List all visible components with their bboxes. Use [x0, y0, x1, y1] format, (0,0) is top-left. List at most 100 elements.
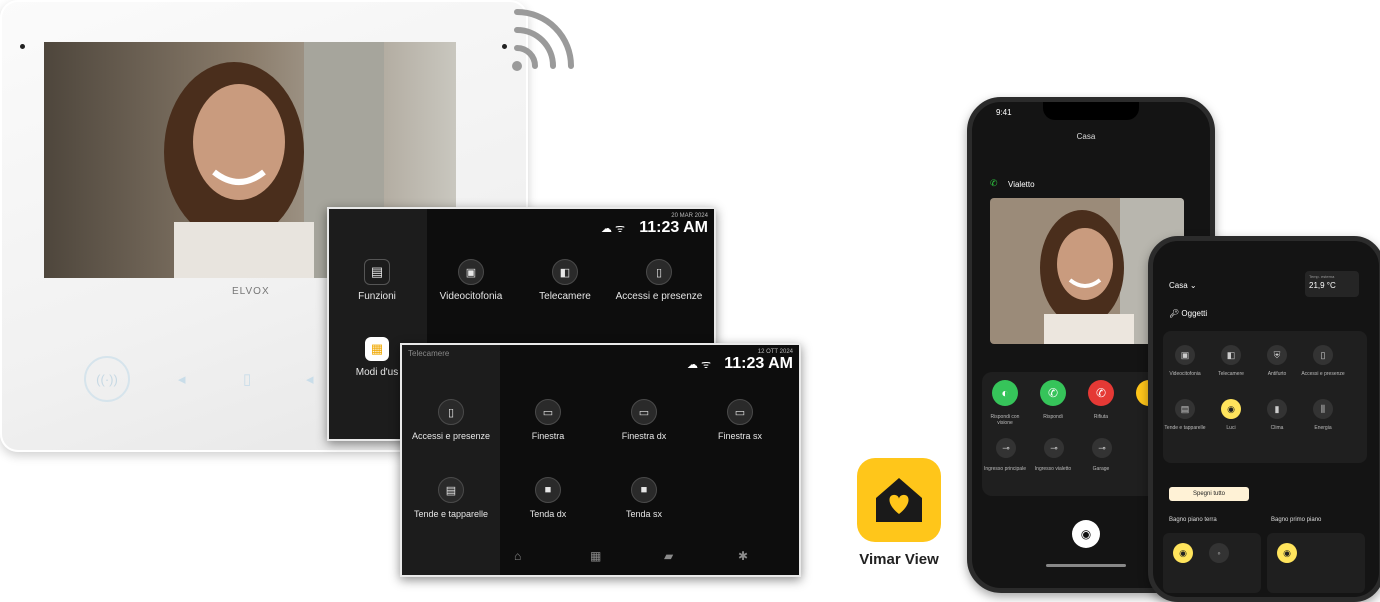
caller-name: Vialetto — [1008, 180, 1035, 189]
phone-time: 9:41 — [996, 108, 1012, 117]
blind-icon: ■ — [631, 477, 657, 503]
tile-label: Videocitofonia — [439, 291, 503, 302]
camera-switch-button[interactable]: ◉ — [1072, 520, 1100, 548]
videointercom-icon[interactable]: ▣ — [1175, 345, 1195, 365]
room-card[interactable]: ◉ — [1267, 533, 1365, 593]
chat-icon[interactable]: ▰ — [664, 549, 673, 563]
lock-label: Garage — [1092, 466, 1110, 472]
tile-accessi[interactable]: ▯ Accessi e presenze — [613, 259, 705, 302]
tile-label: Tende e tapparelle — [413, 509, 489, 519]
bulb-icon[interactable]: ◉ — [1173, 543, 1193, 563]
vimar-view-app-icon[interactable] — [857, 458, 941, 542]
tile-label: Finestra — [531, 431, 565, 441]
door-icon: ▯ — [646, 259, 672, 285]
answer-key[interactable]: ((·)) — [84, 356, 130, 402]
bulb-icon[interactable]: ◉ — [1221, 399, 1241, 419]
object-label: Luci — [1226, 425, 1236, 431]
clock-label: 11:23 AM — [724, 355, 793, 372]
tile-tende[interactable]: ▤ Tende e tapparelle — [405, 477, 497, 519]
camera-icon[interactable]: ◧ — [1221, 345, 1241, 365]
object-label: Tende e tapparelle — [1164, 425, 1206, 431]
room-card[interactable]: ◉ ◦ — [1163, 533, 1261, 593]
answer-button[interactable]: ✆ — [1040, 380, 1066, 406]
bulb-icon[interactable]: ◉ — [1277, 543, 1297, 563]
tile-label: Tenda sx — [625, 509, 663, 519]
temperature-label: Temp. esterna — [1309, 274, 1335, 279]
bulb-icon[interactable]: ◦ — [1209, 543, 1229, 563]
window-icon: ▭ — [631, 399, 657, 425]
house-heart-icon — [876, 478, 922, 522]
touch-key[interactable]: ◂ — [178, 370, 186, 388]
tile-label: Tenda dx — [529, 509, 567, 519]
sensor-dot — [20, 44, 25, 49]
object-label: Accessi e presenze — [1301, 371, 1345, 377]
object-label: Telecamere — [1218, 371, 1244, 377]
tile-telecamere[interactable]: ◧ Telecamere — [519, 259, 611, 302]
functions-icon: ▤ — [364, 259, 390, 285]
reject-button[interactable]: ✆ — [1088, 380, 1114, 406]
action-label: Rifiuta — [1093, 414, 1109, 420]
tile-label: Accessi e presenze — [411, 431, 491, 441]
brand-logo: ELVOX — [232, 286, 270, 297]
temperature-value: 21,9 °C — [1309, 281, 1336, 290]
tile-finestra-sx[interactable]: ▭ Finestra sx — [694, 399, 786, 441]
clock-label: 11:23 AM — [639, 219, 708, 236]
tile-label: Finestra dx — [621, 431, 667, 441]
camera-icon: ◧ — [552, 259, 578, 285]
object-label: Antifurto — [1267, 371, 1287, 377]
shield-icon[interactable]: ⛨ — [1267, 345, 1287, 365]
blinds-icon: ▤ — [438, 477, 464, 503]
touch-key[interactable]: ▯ — [243, 370, 251, 388]
tile-label: Funzioni — [358, 291, 396, 302]
lock-icon[interactable]: ⊸ — [996, 438, 1016, 458]
temperature-widget: Temp. esterna 21,9 °C — [1305, 271, 1359, 297]
object-label: Clima — [1270, 425, 1284, 431]
phone-notch — [1043, 102, 1139, 120]
sensor-dot — [502, 44, 507, 49]
door-icon[interactable]: ▯ — [1313, 345, 1333, 365]
room-label: Bagno piano terra — [1169, 517, 1217, 523]
sidebar — [402, 345, 500, 575]
tile-finestra[interactable]: ▭ Finestra — [502, 399, 594, 441]
status-bar: 20 MAR 2024 11:23 AM — [639, 213, 708, 237]
thermostat-icon[interactable]: ▮ — [1267, 399, 1287, 419]
turn-off-all-button[interactable]: Spegni tutto — [1169, 487, 1249, 501]
home-selector[interactable]: Casa ⌄ — [1169, 281, 1197, 290]
screen-title: Telecamere — [408, 349, 450, 358]
wifi-icon — [512, 9, 574, 71]
home-indicator — [1046, 564, 1126, 567]
tile-funzioni[interactable]: ▤ Funzioni — [331, 259, 423, 302]
blinds-icon[interactable]: ▤ — [1175, 399, 1195, 419]
objects-panel: ▣ ◧ ⛨ ▯ Videocitofonia Telecamere Antifu… — [1163, 331, 1367, 463]
settings-icon[interactable]: ✱ — [738, 549, 748, 563]
tile-accessi[interactable]: ▯ Accessi e presenze — [405, 399, 497, 441]
object-label: Energia — [1314, 425, 1332, 431]
door-icon: ▯ — [438, 399, 464, 425]
phone-header: Casa — [1076, 132, 1096, 141]
objects-section: 🔑︎ Oggetti — [1169, 309, 1208, 318]
window-icon: ▭ — [727, 399, 753, 425]
action-label: Rispondi — [1043, 414, 1063, 420]
tile-tenda-dx[interactable]: ■ Tenda dx — [502, 477, 594, 519]
lock-label: Ingresso principale — [984, 466, 1026, 472]
room-label: Bagno primo piano — [1271, 517, 1322, 523]
energy-icon[interactable]: ⫼ — [1313, 399, 1333, 419]
lock-icon[interactable]: ⊸ — [1044, 438, 1064, 458]
tile-label: Accessi e presenze — [615, 291, 703, 302]
smartphone-home-screen: Casa ⌄ Temp. esterna 21,9 °C 🔑︎ Oggetti … — [1148, 236, 1380, 602]
grid-icon[interactable]: ▦ — [590, 549, 601, 563]
tile-tenda-sx[interactable]: ■ Tenda sx — [598, 477, 690, 519]
window-icon: ▭ — [535, 399, 561, 425]
cloud-wifi-icon: ☁ ᯤ — [687, 359, 712, 371]
status-bar: 12 OTT 2024 11:23 AM — [724, 349, 793, 373]
answer-with-video-button[interactable]: ◐ — [992, 380, 1018, 406]
section-title: Oggetti — [1181, 309, 1208, 318]
phone-call-icon: ✆ — [990, 178, 998, 188]
videointercom-icon: ▣ — [458, 259, 484, 285]
lock-icon[interactable]: ⊸ — [1092, 438, 1112, 458]
object-label: Videocitofonia — [1169, 371, 1201, 377]
touch-key[interactable]: ◂ — [306, 370, 314, 388]
tile-finestra-dx[interactable]: ▭ Finestra dx — [598, 399, 690, 441]
home-icon[interactable]: ⌂ — [514, 549, 521, 563]
tile-videocitofonia[interactable]: ▣ Videocitofonia — [425, 259, 517, 302]
